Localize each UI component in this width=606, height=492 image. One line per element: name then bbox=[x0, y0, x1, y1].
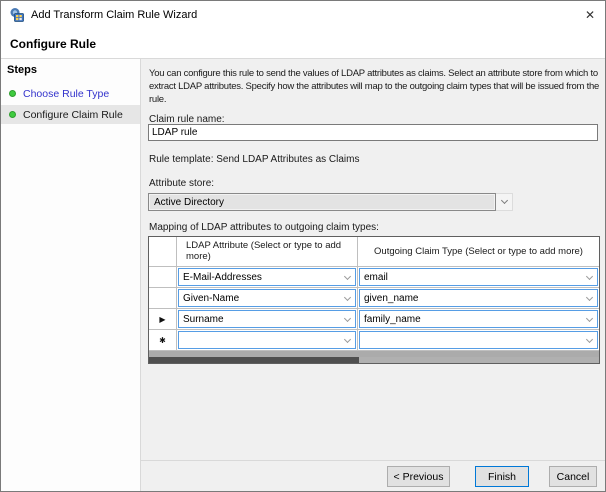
table-row: ▶ Surname family_name bbox=[149, 309, 599, 330]
step-label: Configure Claim Rule bbox=[23, 108, 123, 121]
ldap-attribute-select[interactable] bbox=[178, 331, 356, 349]
cell-value: email bbox=[364, 271, 388, 283]
title-bar: Add Transform Claim Rule Wizard ✕ bbox=[1, 1, 605, 29]
mapping-table: LDAP Attribute (Select or type to add mo… bbox=[148, 236, 600, 364]
cell-value: Surname bbox=[183, 313, 224, 325]
chevron-down-icon bbox=[585, 272, 594, 281]
row-indicator bbox=[149, 288, 177, 308]
adfs-wizard-icon bbox=[9, 7, 25, 23]
attribute-store-value: Active Directory bbox=[148, 193, 496, 211]
chevron-down-icon bbox=[585, 293, 594, 302]
wizard-buttons: < Previous Finish Cancel bbox=[387, 466, 597, 487]
cell-value: family_name bbox=[364, 313, 421, 325]
wizard-content: You can configure this rule to send the … bbox=[141, 59, 605, 491]
page-title: Configure Rule bbox=[1, 29, 605, 59]
table-row-new: ✱ bbox=[149, 330, 599, 351]
mapping-table-header: LDAP Attribute (Select or type to add mo… bbox=[149, 237, 599, 267]
attribute-store-label: Attribute store: bbox=[149, 178, 215, 189]
step-completed-icon bbox=[9, 111, 16, 118]
ldap-attribute-select[interactable]: E-Mail-Addresses bbox=[178, 268, 356, 286]
row-indicator bbox=[149, 267, 177, 287]
chevron-down-icon bbox=[585, 335, 594, 344]
outgoing-claim-type-select[interactable]: email bbox=[359, 268, 598, 286]
outgoing-claim-type-select[interactable]: family_name bbox=[359, 310, 598, 328]
step-choose-rule-type[interactable]: Choose Rule Type bbox=[1, 84, 140, 103]
current-row-indicator: ▶ bbox=[149, 309, 177, 329]
table-row: Given-Name given_name bbox=[149, 288, 599, 309]
footer-divider bbox=[141, 460, 605, 461]
claim-rule-name-input[interactable] bbox=[148, 124, 598, 141]
step-label: Choose Rule Type bbox=[23, 87, 110, 100]
close-icon[interactable]: ✕ bbox=[575, 3, 605, 27]
table-horizontal-scrollbar[interactable] bbox=[149, 357, 599, 363]
steps-heading: Steps bbox=[7, 64, 37, 76]
steps-panel: Steps Choose Rule Type Configure Claim R… bbox=[1, 59, 141, 491]
new-row-indicator: ✱ bbox=[149, 330, 177, 350]
chevron-down-icon bbox=[343, 335, 352, 344]
column-header-ldap-attribute: LDAP Attribute (Select or type to add mo… bbox=[177, 237, 358, 266]
wizard-window: Add Transform Claim Rule Wizard ✕ Config… bbox=[0, 0, 606, 492]
window-title: Add Transform Claim Rule Wizard bbox=[31, 9, 198, 21]
scrollbar-thumb[interactable] bbox=[149, 357, 359, 363]
column-header-outgoing-claim-type: Outgoing Claim Type (Select or type to a… bbox=[374, 246, 583, 257]
chevron-down-icon bbox=[343, 272, 352, 281]
cell-value: E-Mail-Addresses bbox=[183, 271, 262, 283]
previous-button[interactable]: < Previous bbox=[387, 466, 450, 487]
ldap-attribute-select[interactable]: Surname bbox=[178, 310, 356, 328]
step-completed-icon bbox=[9, 90, 16, 97]
step-configure-claim-rule[interactable]: Configure Claim Rule bbox=[1, 105, 140, 124]
cell-value: given_name bbox=[364, 292, 419, 304]
cancel-button[interactable]: Cancel bbox=[549, 466, 597, 487]
cell-value: Given-Name bbox=[183, 292, 240, 304]
table-row: E-Mail-Addresses email bbox=[149, 267, 599, 288]
attribute-store-select[interactable]: Active Directory bbox=[148, 193, 513, 211]
finish-button[interactable]: Finish bbox=[475, 466, 529, 487]
mapping-label: Mapping of LDAP attributes to outgoing c… bbox=[149, 222, 379, 233]
outgoing-claim-type-select[interactable]: given_name bbox=[359, 289, 598, 307]
ldap-attribute-select[interactable]: Given-Name bbox=[178, 289, 356, 307]
outgoing-claim-type-select[interactable] bbox=[359, 331, 598, 349]
row-indicator-header bbox=[149, 237, 177, 266]
chevron-down-icon bbox=[343, 293, 352, 302]
rule-description: You can configure this rule to send the … bbox=[149, 68, 600, 105]
chevron-down-icon bbox=[585, 314, 594, 323]
rule-template-text: Rule template: Send LDAP Attributes as C… bbox=[149, 154, 360, 165]
chevron-down-icon bbox=[343, 314, 352, 323]
chevron-down-icon bbox=[496, 193, 513, 211]
